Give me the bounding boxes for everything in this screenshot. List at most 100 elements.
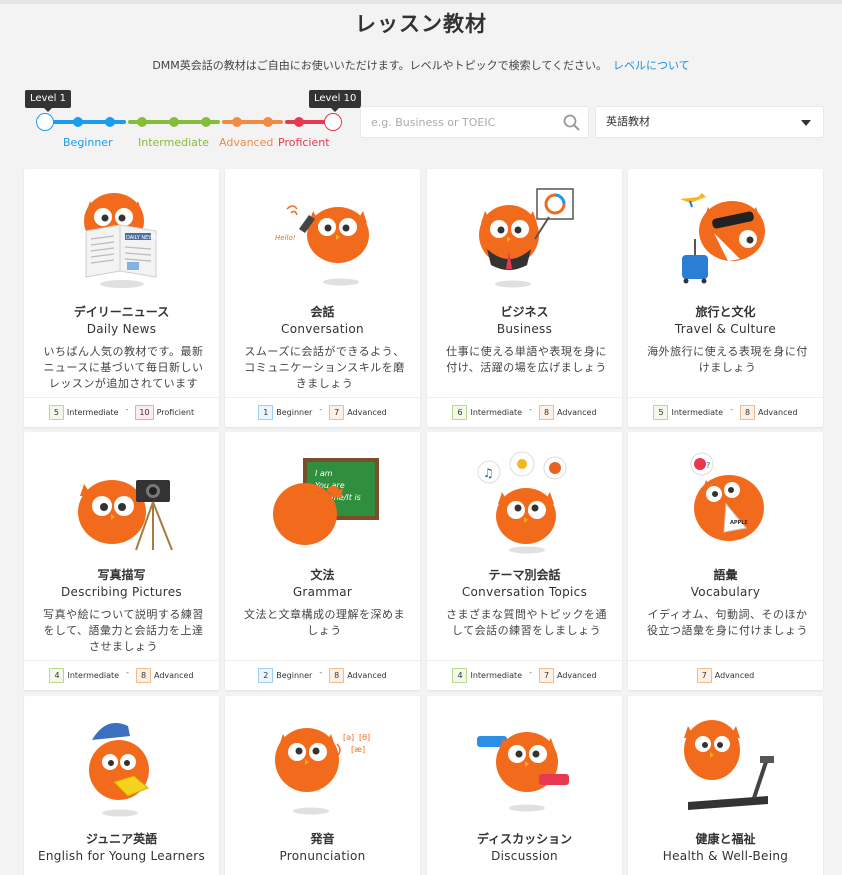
card-title-en: Conversation — [281, 322, 364, 336]
slider-step-3[interactable] — [105, 117, 115, 127]
slider-step-4[interactable] — [137, 117, 147, 127]
card-level-range: 7 Advanced — [628, 660, 823, 690]
material-card[interactable]: [ə] [θ] [æ] 発音 Pronunciation — [225, 696, 420, 875]
speech-text: Hello! — [275, 234, 296, 242]
select-value: 英語教材 — [606, 115, 650, 128]
card-title-jp: 文法 — [310, 568, 335, 582]
card-title-en: Vocabulary — [690, 585, 761, 599]
card-title-en: Business — [496, 322, 553, 336]
card-title-en: Health & Well-Being — [662, 849, 789, 863]
svg-text:?: ? — [706, 461, 710, 470]
level-min-label: Intermediate — [66, 408, 119, 417]
owl-discussion-icon — [477, 732, 569, 812]
level-max-badge: 7 — [329, 405, 345, 420]
level-min-badge: 5 — [48, 405, 64, 420]
card-level-range: 4 Intermediate - 8 Advanced — [24, 660, 219, 690]
newspaper-text: DAILY NEWS — [126, 235, 156, 241]
card-title-jp: 語彙 — [713, 568, 738, 582]
card-title-jp: ビジネス — [500, 305, 549, 319]
svg-text:♫: ♫ — [483, 466, 494, 480]
chevron-down-icon — [801, 120, 811, 126]
level-max-badge: 8 — [539, 405, 554, 420]
level-min-label: Beginner — [276, 408, 313, 417]
slider-handle-min[interactable] — [36, 113, 54, 131]
card-title-en: Travel & Culture — [674, 322, 777, 336]
card-title-en: Conversation Topics — [461, 585, 588, 599]
owl-treadmill-icon — [684, 720, 774, 810]
card-title-en: English for Young Learners — [37, 849, 206, 863]
owl-blackboard-icon: I am You are He/She/It is — [273, 458, 379, 545]
search-icon[interactable] — [563, 114, 580, 135]
owl-travel-icon — [680, 193, 765, 284]
card-description: スムーズに会話ができるよう、コミュニケーションスキルを磨きましょう — [244, 345, 405, 390]
level-info-link[interactable]: レベルについて — [613, 59, 690, 72]
level-min-label: Intermediate — [470, 671, 523, 680]
level-max-label: Advanced — [347, 671, 387, 680]
level-min-badge: 5 — [653, 405, 669, 420]
owl-thinking-icon: ♫ — [477, 451, 567, 554]
card-description: さまざまな質問やトピックを通して会話の練習をしましょう — [446, 608, 607, 637]
level-max-tag: Level 10 — [309, 90, 362, 112]
material-card[interactable]: I am You are He/She/It is 文法 Grammar 文法と… — [225, 432, 420, 690]
card-title-en: Pronunciation — [279, 849, 366, 863]
card-level-range: 1 Beginner - 7 Advanced — [225, 397, 420, 427]
card-title-en: Describing Pictures — [61, 585, 182, 599]
level-min-label: Intermediate — [470, 408, 523, 417]
level-max-label: Advanced — [557, 408, 597, 417]
level-label-proficient: Proficient — [278, 136, 330, 149]
intro-text: DMM英会話の教材はご自由にお使いいただけます。レベルやトピックで検索してくださ… — [152, 59, 690, 72]
material-card[interactable]: 旅行と文化 Travel & Culture 海外旅行に使える表現を身に付けまし… — [628, 169, 823, 427]
search-box — [360, 106, 589, 138]
slider-step-6[interactable] — [201, 117, 211, 127]
slider-handle-max[interactable] — [324, 113, 342, 131]
owl-camera-icon — [78, 480, 173, 551]
card-title-en: Grammar — [292, 585, 353, 599]
material-card[interactable]: 写真描写 Describing Pictures 写真や絵について説明する練習を… — [24, 432, 219, 690]
phonetic-2: [θ] — [359, 733, 370, 742]
card-description: 文法と文章構成の理解を深めましょう — [244, 608, 405, 637]
level-max-label: Advanced — [347, 408, 387, 417]
card-description: 写真や絵について説明する練習をして、語彙力と会話力を上達させましょう — [43, 608, 204, 653]
material-card[interactable]: ♫ テーマ別会話 Conversation Topics さまざまな質問やトピッ… — [427, 432, 622, 690]
level-max-badge: 8 — [740, 405, 755, 420]
card-title-en: Daily News — [86, 322, 157, 336]
material-card[interactable]: ジュニア英語 English for Young Learners — [24, 696, 219, 875]
slider-step-2[interactable] — [73, 117, 83, 127]
card-level-range: 5 Intermediate - 10 Proficient — [24, 397, 219, 427]
material-card[interactable]: DAILY NEWS デイリーニュース Daily News いちばん人気の教材… — [24, 169, 219, 427]
material-card[interactable]: 健康と福祉 Health & Well-Being — [628, 696, 823, 875]
card-title-jp: 発音 — [310, 832, 335, 846]
level-min-tag: Level 1 — [25, 90, 71, 112]
slider-step-7[interactable] — [232, 117, 242, 127]
board-line-1: I am — [315, 469, 333, 478]
card-title-jp: ディスカッション — [476, 832, 573, 846]
level-max-badge: 7 — [539, 668, 554, 683]
material-card[interactable]: ? APPLE 語彙 Vocabulary イディオム、句動詞、そのほか役立つ語… — [628, 432, 823, 690]
phonetic-3: [æ] — [351, 745, 365, 754]
owl-presentation-icon — [479, 188, 574, 288]
level-max-label: Advanced — [714, 671, 755, 680]
level-min-badge: 1 — [258, 405, 274, 420]
card-level-range: 5 Intermediate - 8 Advanced — [628, 397, 823, 427]
card-title-jp: デイリーニュース — [73, 305, 170, 319]
slider-step-8[interactable] — [263, 117, 273, 127]
level-max-label: Advanced — [758, 408, 798, 417]
card-level-range: 4 Intermediate - 7 Advanced — [427, 660, 622, 690]
material-card[interactable]: ビジネス Business 仕事に使える単語や表現を身に付け、活躍の場を広げまし… — [427, 169, 622, 427]
card-description: 海外旅行に使える表現を身に付けましょう — [647, 345, 808, 374]
owl-speaking-icon: [ə] [θ] [æ] — [275, 728, 370, 815]
material-type-select[interactable]: 英語教材 — [595, 106, 824, 138]
slider-step-9[interactable] — [294, 117, 304, 127]
slider-step-5[interactable] — [169, 117, 179, 127]
material-card[interactable]: Hello! 会話 Conversation スムーズに会話ができるよう、コミュ… — [225, 169, 420, 427]
level-max-badge: 10 — [135, 405, 154, 420]
owl-cap-book-icon — [89, 723, 149, 817]
card-level-range: 6 Intermediate - 8 Advanced — [427, 397, 622, 427]
card-title-jp: 会話 — [310, 305, 335, 319]
material-card[interactable]: ディスカッション Discussion — [427, 696, 622, 875]
card-title-jp: テーマ別会話 — [488, 568, 561, 582]
level-max-badge: 7 — [696, 668, 712, 683]
search-input[interactable] — [361, 107, 551, 137]
level-max-label: Proficient — [156, 408, 195, 417]
owl-newspaper-icon: DAILY NEWS — [84, 193, 157, 288]
